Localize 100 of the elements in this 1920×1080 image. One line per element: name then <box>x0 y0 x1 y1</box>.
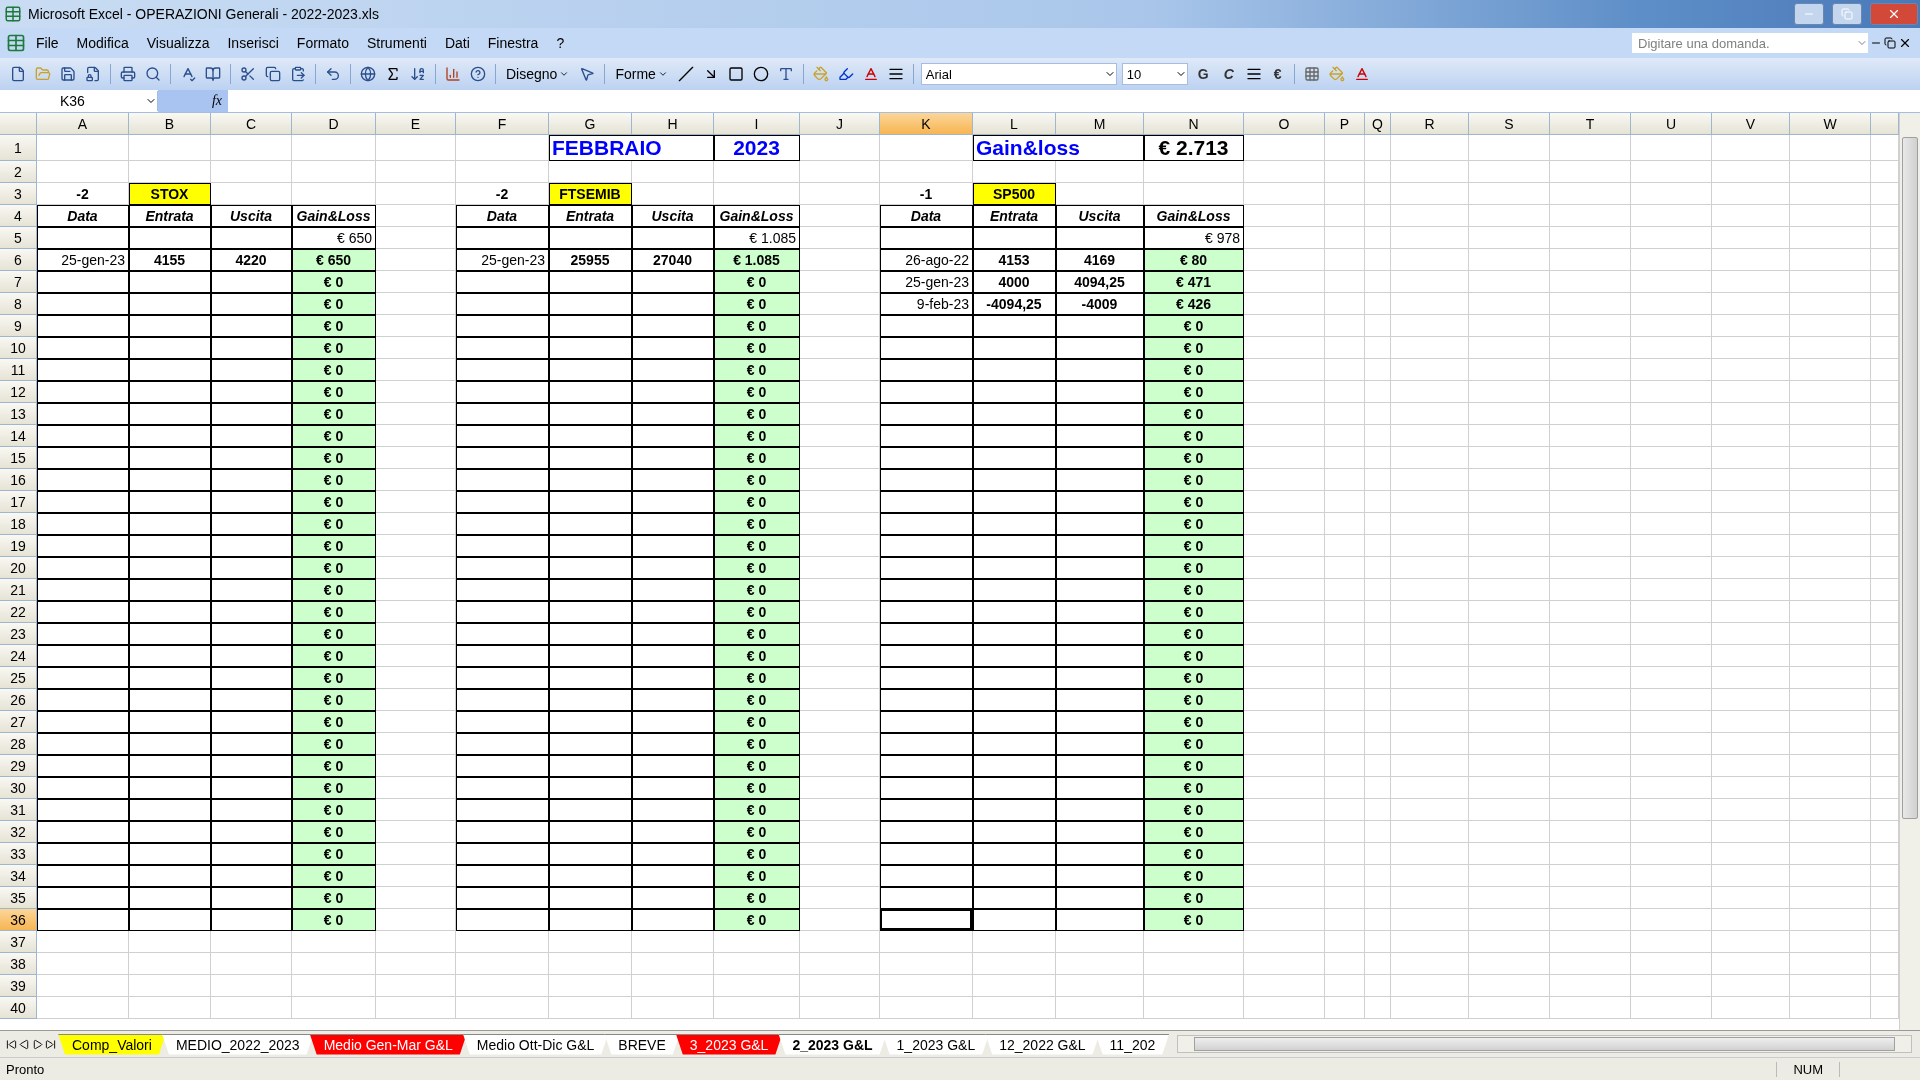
row-header[interactable]: 26 <box>0 689 37 711</box>
euro-button[interactable]: € <box>1268 66 1287 82</box>
menu-item[interactable]: Formato <box>288 33 357 53</box>
row-header[interactable]: 24 <box>0 645 37 667</box>
excel-icon[interactable] <box>6 33 26 53</box>
row-header[interactable]: 20 <box>0 557 37 579</box>
column-header[interactable]: L <box>973 113 1056 135</box>
row-header[interactable]: 16 <box>0 469 37 491</box>
help-search-field[interactable]: Digitare una domanda. <box>1632 33 1868 53</box>
row-header[interactable]: 1 <box>0 135 37 161</box>
next-sheet-icon[interactable] <box>32 1038 43 1050</box>
column-header[interactable]: U <box>1631 113 1712 135</box>
hyperlink-icon[interactable] <box>358 64 378 84</box>
column-header[interactable]: C <box>211 113 292 135</box>
column-header[interactable]: B <box>129 113 211 135</box>
row-header[interactable]: 29 <box>0 755 37 777</box>
menu-item[interactable]: Visualizza <box>138 33 218 53</box>
column-header[interactable]: I <box>714 113 800 135</box>
row-header[interactable]: 32 <box>0 821 37 843</box>
font-size-field[interactable]: 10 <box>1121 63 1188 85</box>
menu-item[interactable]: Strumenti <box>358 33 435 53</box>
sheet-tab[interactable]: 2_2023 G&L <box>778 1033 887 1055</box>
font-field[interactable]: Arial <box>920 63 1117 85</box>
column-header[interactable]: E <box>376 113 456 135</box>
sheet-tab[interactable]: 11_202 <box>1095 1033 1170 1055</box>
copy-icon[interactable] <box>263 64 283 84</box>
column-header[interactable]: G <box>549 113 632 135</box>
sheet-tab[interactable]: MEDIO_2022_2023 <box>161 1033 314 1055</box>
sheet-tab[interactable]: 12_2022 G&L <box>985 1033 1100 1055</box>
row-header[interactable]: 12 <box>0 381 37 403</box>
print-icon[interactable] <box>118 64 138 84</box>
row-header[interactable]: 18 <box>0 513 37 535</box>
selected-cell[interactable] <box>880 909 973 931</box>
row-header[interactable]: 21 <box>0 579 37 601</box>
row-header[interactable]: 3 <box>0 183 37 205</box>
row-header[interactable]: 35 <box>0 887 37 909</box>
row-header[interactable]: 39 <box>0 975 37 997</box>
row-header[interactable]: 11 <box>0 359 37 381</box>
menu-item[interactable]: Dati <box>436 33 478 53</box>
bold-button[interactable]: G <box>1192 66 1214 82</box>
row-header[interactable]: 25 <box>0 667 37 689</box>
row-header[interactable]: 17 <box>0 491 37 513</box>
function-button[interactable]: fx <box>158 90 228 112</box>
row-header[interactable]: 31 <box>0 799 37 821</box>
horizontal-scrollbar[interactable] <box>1177 1035 1912 1053</box>
sheet-tab[interactable]: BREVE <box>604 1033 680 1055</box>
row-header[interactable]: 14 <box>0 425 37 447</box>
save-icon[interactable] <box>58 64 78 84</box>
row-header[interactable]: 22 <box>0 601 37 623</box>
column-header[interactable]: K <box>880 113 973 135</box>
row-header[interactable]: 9 <box>0 315 37 337</box>
column-header[interactable]: H <box>632 113 714 135</box>
column-header[interactable]: W <box>1790 113 1871 135</box>
menu-item[interactable]: File <box>28 33 67 53</box>
help-icon[interactable] <box>468 64 488 84</box>
first-sheet-icon[interactable] <box>6 1038 17 1050</box>
vertical-scrollbar[interactable] <box>1899 113 1920 1030</box>
row-header[interactable]: 38 <box>0 953 37 975</box>
row-header[interactable]: 37 <box>0 931 37 953</box>
close-icon[interactable] <box>1898 36 1912 50</box>
restore-icon[interactable] <box>1884 37 1896 49</box>
column-header[interactable]: Q <box>1365 113 1391 135</box>
menu-item[interactable]: ? <box>548 33 573 53</box>
menu-item[interactable]: Finestra <box>479 33 547 53</box>
minimize-button[interactable] <box>1794 3 1824 25</box>
row-header[interactable]: 40 <box>0 997 37 1019</box>
menu-item[interactable]: Inserisci <box>219 33 287 53</box>
column-header[interactable]: J <box>800 113 880 135</box>
sheet-tab[interactable]: Medio Gen-Mar G&L <box>309 1033 467 1055</box>
column-header[interactable]: A <box>37 113 129 135</box>
row-header[interactable]: 4 <box>0 205 37 227</box>
column-header[interactable]: F <box>456 113 549 135</box>
maximize-button[interactable] <box>1832 3 1862 25</box>
row-header[interactable]: 28 <box>0 733 37 755</box>
row-header[interactable]: 19 <box>0 535 37 557</box>
column-header[interactable]: P <box>1325 113 1365 135</box>
column-header[interactable]: O <box>1244 113 1325 135</box>
column-header[interactable]: N <box>1144 113 1244 135</box>
row-header[interactable]: 7 <box>0 271 37 293</box>
sheet-tab[interactable]: Comp_Valori <box>58 1033 166 1055</box>
last-sheet-icon[interactable] <box>45 1038 56 1050</box>
row-header[interactable]: 34 <box>0 865 37 887</box>
row-header[interactable]: 5 <box>0 227 37 249</box>
row-header[interactable]: 33 <box>0 843 37 865</box>
row-header[interactable]: 13 <box>0 403 37 425</box>
menu-item[interactable]: Modifica <box>68 33 137 53</box>
column-header[interactable]: T <box>1550 113 1631 135</box>
previous-sheet-icon[interactable] <box>19 1038 30 1050</box>
row-header[interactable]: 8 <box>0 293 37 315</box>
row-header[interactable]: 10 <box>0 337 37 359</box>
italic-button[interactable]: C <box>1218 66 1239 82</box>
column-header[interactable]: D <box>292 113 376 135</box>
sheet-tab[interactable]: Medio Ott-Dic G&L <box>462 1033 609 1055</box>
row-header[interactable]: 2 <box>0 161 37 183</box>
row-header[interactable]: 6 <box>0 249 37 271</box>
sheet-tab[interactable]: 1_2023 G&L <box>882 1033 990 1055</box>
column-header[interactable]: M <box>1056 113 1144 135</box>
row-header[interactable]: 36 <box>0 909 37 931</box>
row-header[interactable]: 27 <box>0 711 37 733</box>
row-header[interactable]: 30 <box>0 777 37 799</box>
